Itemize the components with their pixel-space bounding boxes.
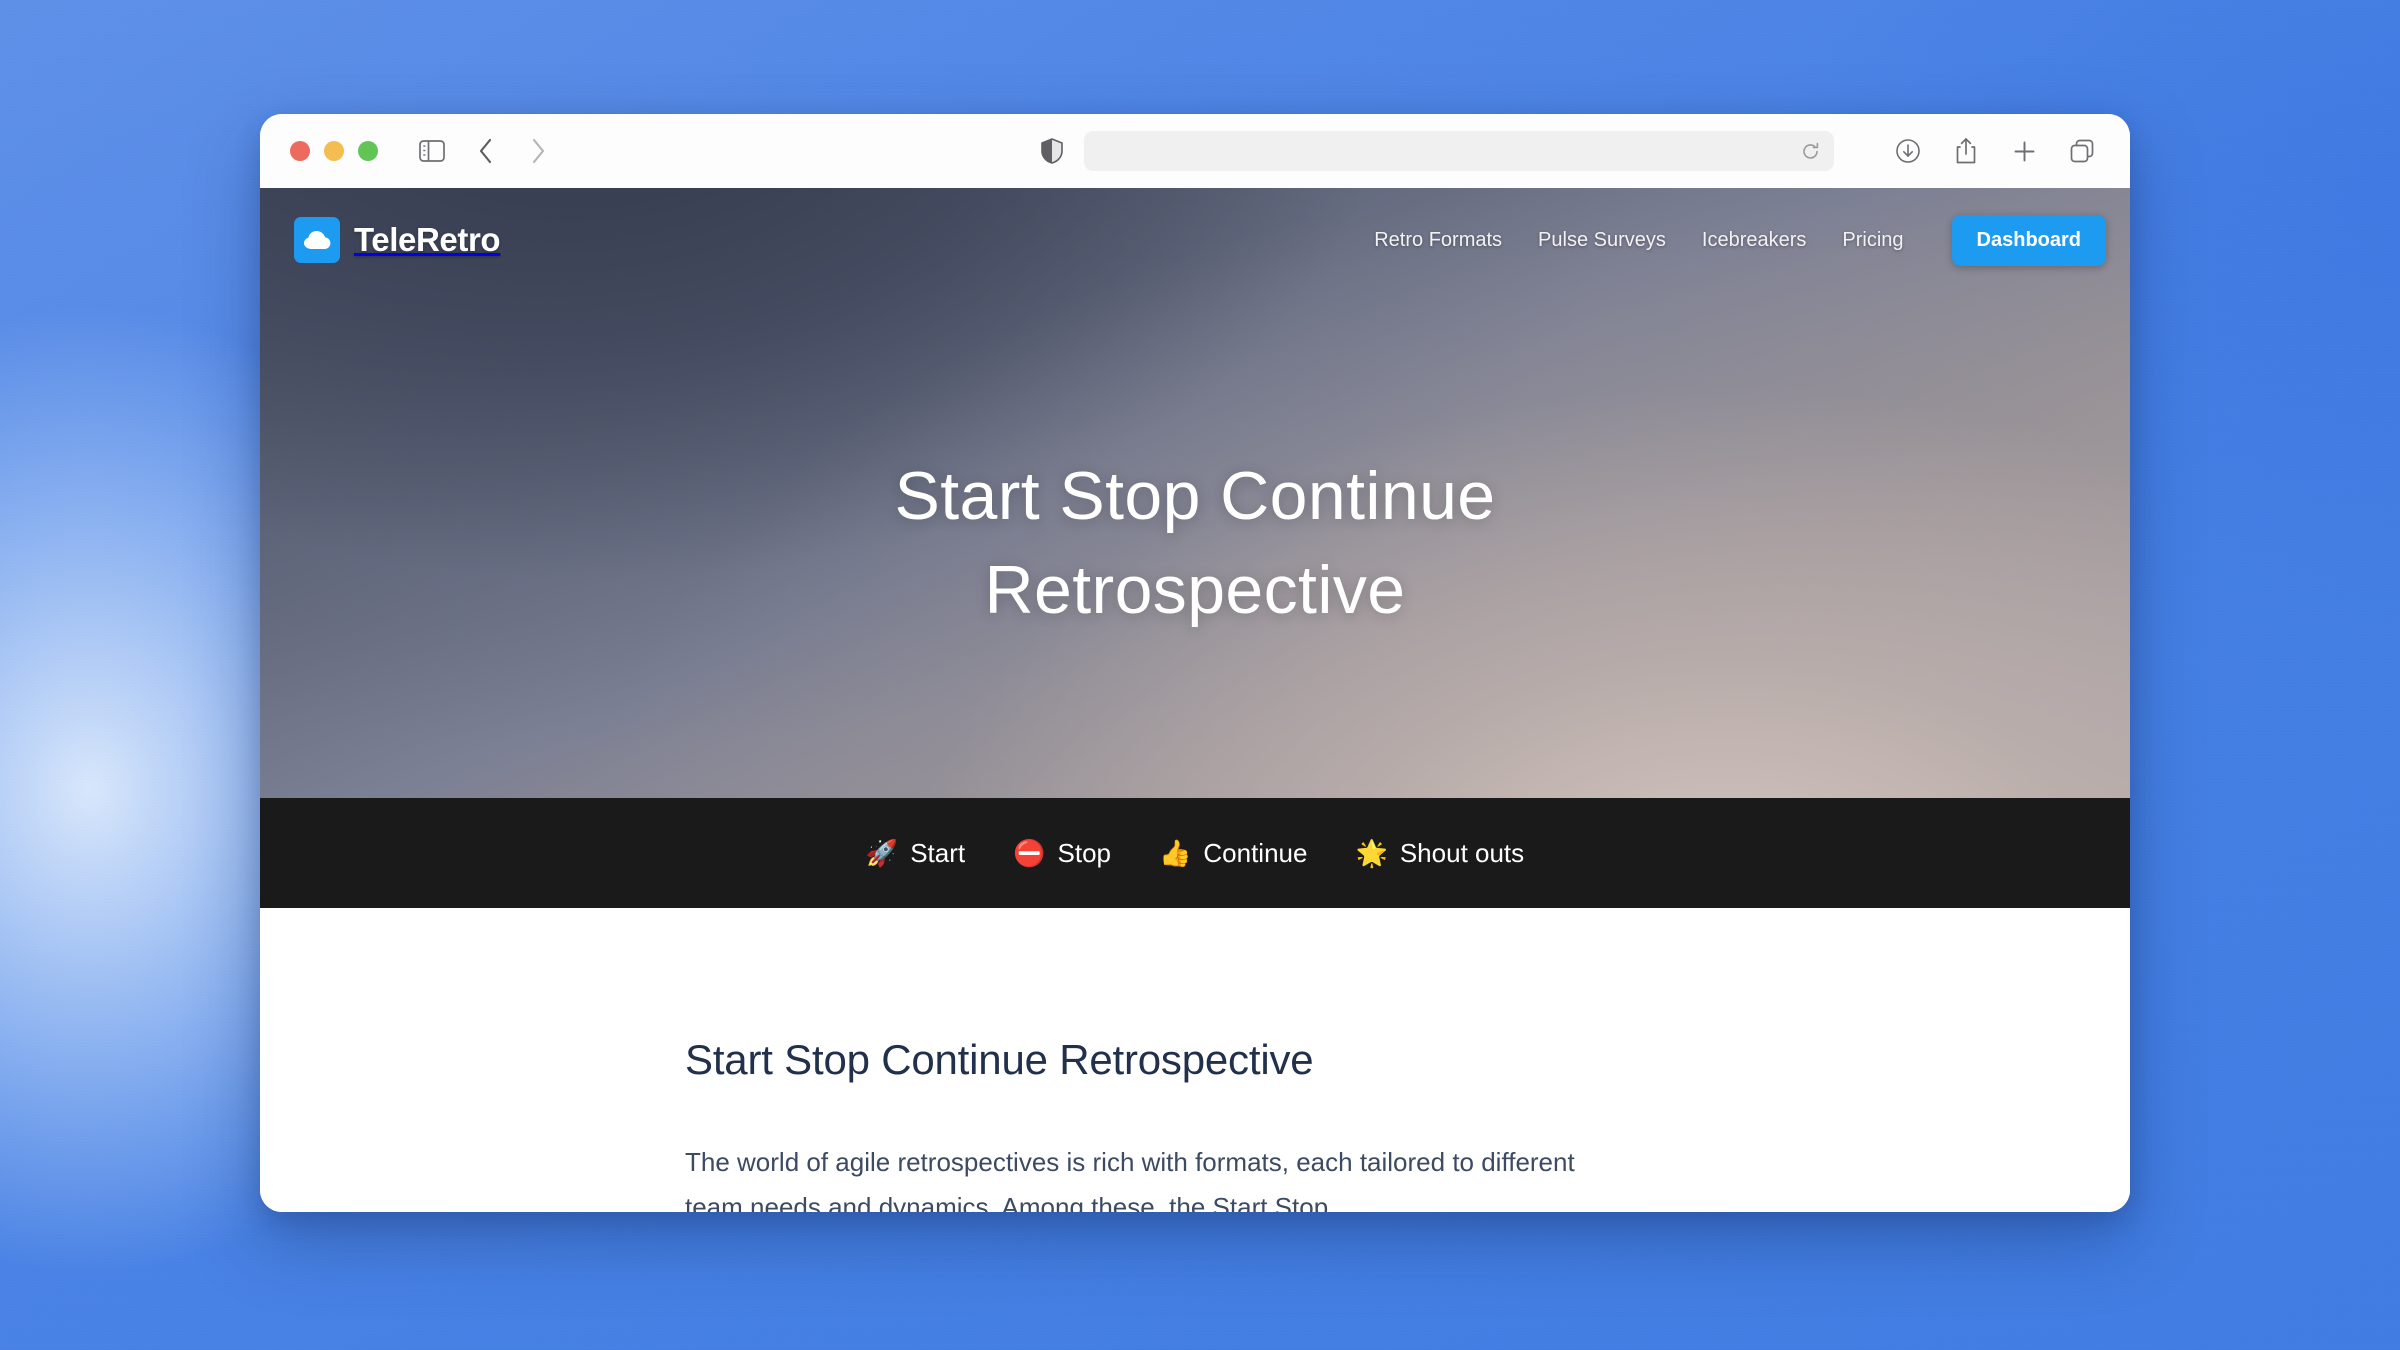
browser-toolbar	[260, 114, 2130, 188]
web-page-viewport: TeleRetro Retro Formats Pulse Surveys Ic…	[260, 188, 2130, 1212]
dashboard-button[interactable]: Dashboard	[1951, 214, 2106, 266]
downloads-icon[interactable]	[1886, 129, 1930, 173]
close-window-button[interactable]	[290, 141, 310, 161]
rocket-emoji: 🚀	[865, 838, 899, 868]
article-container: Start Stop Continue Retrospective The wo…	[615, 1036, 1775, 1212]
tab-overview-icon[interactable]	[2060, 129, 2104, 173]
privacy-shield-icon[interactable]	[1030, 129, 1074, 173]
address-bar[interactable]	[1084, 131, 1834, 171]
format-tab-start-label: Start	[910, 837, 966, 868]
site-header: TeleRetro Retro Formats Pulse Surveys Ic…	[260, 188, 2130, 292]
format-tab-continue-label: Continue	[1203, 837, 1308, 868]
no-entry-emoji: ⛔	[1013, 838, 1046, 868]
navigation-buttons	[464, 129, 560, 173]
article-paragraph: The world of agile retrospectives is ric…	[685, 1147, 1575, 1212]
nav-item-pulse-surveys[interactable]: Pulse Surveys	[1538, 229, 1666, 252]
reload-icon[interactable]	[1801, 142, 1820, 161]
format-tab-continue[interactable]: 👍 Continue	[1159, 838, 1307, 869]
site-logo[interactable]: TeleRetro	[294, 217, 501, 263]
desktop-background: TeleRetro Retro Formats Pulse Surveys Ic…	[0, 0, 2400, 1350]
hero-title-line-2: Retrospective	[984, 551, 1406, 628]
glowing-star-emoji: 🌟	[1355, 838, 1388, 868]
format-tab-stop[interactable]: ⛔ Stop	[1013, 838, 1111, 869]
thumbs-up-emoji: 👍	[1159, 838, 1192, 868]
article-section: Start Stop Continue Retrospective The wo…	[260, 908, 2130, 1212]
cloud-icon	[294, 217, 340, 263]
article-heading: Start Stop Continue Retrospective	[685, 1036, 1314, 1083]
nav-item-retro-formats[interactable]: Retro Formats	[1374, 229, 1502, 252]
nav-item-icebreakers[interactable]: Icebreakers	[1702, 229, 1807, 252]
retro-format-bar: 🚀 Start ⛔ Stop 👍 Continue 🌟 Shout outs	[260, 798, 2130, 908]
brand-name: TeleRetro	[354, 221, 501, 258]
nav-item-pricing[interactable]: Pricing	[1842, 229, 1903, 252]
privacy-shield-container	[1030, 114, 1074, 188]
maximize-window-button[interactable]	[358, 141, 378, 161]
back-button[interactable]	[464, 129, 508, 173]
format-tab-stop-label: Stop	[1057, 837, 1112, 868]
format-tab-shout-outs-label: Shout outs	[1399, 837, 1525, 868]
toolbar-right-actions	[1886, 114, 2104, 188]
share-icon[interactable]	[1944, 129, 1988, 173]
format-tab-shout-outs[interactable]: 🌟 Shout outs	[1355, 838, 1524, 869]
format-tab-start[interactable]: 🚀 Start	[866, 838, 965, 869]
hero-title: Start Stop Continue Retrospective	[260, 450, 2130, 638]
hero-section: TeleRetro Retro Formats Pulse Surveys Ic…	[260, 188, 2130, 798]
browser-window: TeleRetro Retro Formats Pulse Surveys Ic…	[260, 114, 2130, 1212]
sidebar-icon[interactable]	[410, 129, 454, 173]
forward-button[interactable]	[516, 129, 560, 173]
new-tab-icon[interactable]	[2002, 129, 2046, 173]
main-navigation: Retro Formats Pulse Surveys Icebreakers …	[1374, 214, 2106, 266]
window-traffic-lights	[290, 141, 378, 161]
hero-title-line-1: Start Stop Continue	[894, 458, 1496, 534]
minimize-window-button[interactable]	[324, 141, 344, 161]
